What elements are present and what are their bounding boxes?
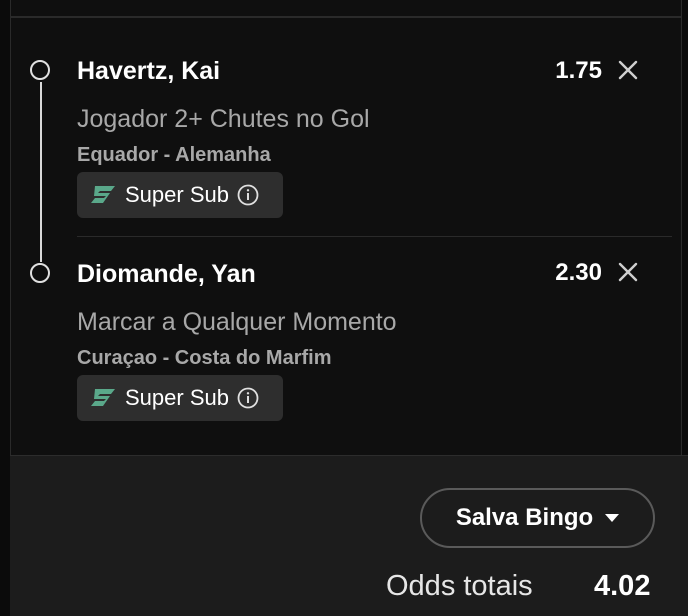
info-icon[interactable] xyxy=(237,184,259,206)
match-name: Curaçao - Costa do Marfim xyxy=(77,347,332,369)
total-odds-label: Odds totais xyxy=(386,570,533,602)
salva-bingo-dropdown[interactable]: Salva Bingo xyxy=(420,488,655,548)
caret-down-icon xyxy=(605,514,620,522)
selection-odds: 1.75 xyxy=(555,57,602,84)
super-sub-icon xyxy=(91,389,115,406)
badge-label: Super Sub xyxy=(125,182,229,207)
player-name: Havertz, Kai xyxy=(77,57,221,85)
timeline-connector xyxy=(40,82,42,262)
super-sub-badge[interactable]: Super Sub xyxy=(77,375,283,421)
close-icon[interactable] xyxy=(616,260,640,284)
player-name: Diomande, Yan xyxy=(77,260,256,288)
super-sub-icon xyxy=(91,186,115,203)
market-name: Jogador 2+ Chutes no Gol xyxy=(77,105,370,133)
match-name: Equador - Alemanha xyxy=(77,144,271,166)
scrollbar-track[interactable] xyxy=(681,0,688,455)
top-divider xyxy=(10,16,688,18)
total-odds-value: 4.02 xyxy=(594,570,651,602)
info-icon[interactable] xyxy=(237,387,259,409)
salva-bingo-label: Salva Bingo xyxy=(455,504,594,531)
selection-odds: 2.30 xyxy=(555,259,602,286)
super-sub-badge[interactable]: Super Sub xyxy=(77,172,283,218)
close-icon[interactable] xyxy=(616,58,640,82)
market-name: Marcar a Qualquer Momento xyxy=(77,308,397,336)
item-divider xyxy=(77,236,672,237)
timeline-node-icon xyxy=(30,263,50,283)
badge-label: Super Sub xyxy=(125,385,229,410)
timeline-node-icon xyxy=(30,60,50,80)
